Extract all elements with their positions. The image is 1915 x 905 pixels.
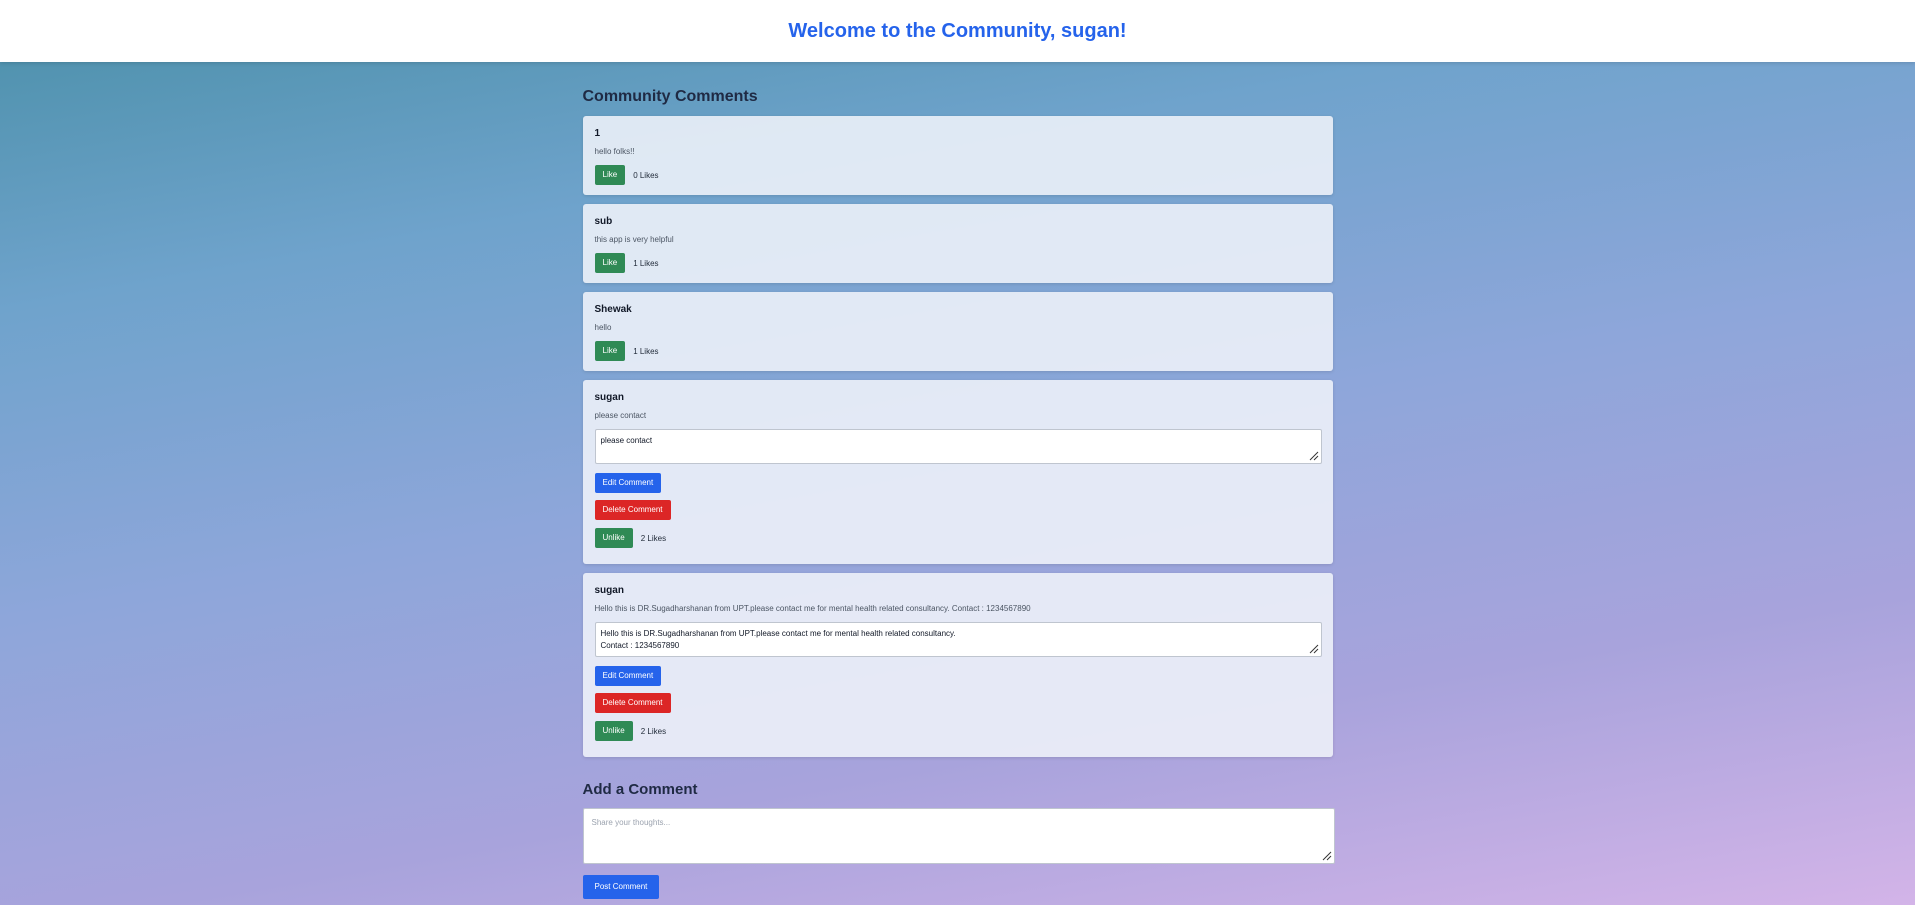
like-count: 0 Likes (633, 170, 659, 180)
like-row: Like 0 Likes (594, 165, 1321, 185)
comments-heading: Community Comments (582, 88, 758, 105)
unlike-button[interactable]: Unlike (594, 528, 633, 548)
like-button[interactable]: Like (594, 165, 626, 185)
comment-card-own: sugan please contact please contact Edit… (582, 380, 1333, 564)
like-row: Like 1 Likes (594, 253, 1321, 273)
like-count: 1 Likes (633, 258, 659, 268)
unlike-button[interactable]: Unlike (594, 721, 633, 741)
comment-text: hello folks!! (594, 147, 635, 156)
comment-actions: Edit Comment Delete Comment Unlike 2 Lik… (594, 665, 1321, 741)
main-content: Community Comments 1 hello folks!! Like … (582, 62, 1335, 899)
comment-author: 1 (594, 128, 601, 139)
edit-comment-field[interactable]: please contact (595, 430, 1321, 463)
delete-comment-button[interactable]: Delete Comment (594, 693, 671, 713)
comment-text: please contact (594, 411, 647, 420)
like-row: Unlike 2 Likes (594, 528, 1321, 548)
top-header: Welcome to the Community, sugan! (0, 0, 1915, 62)
page-title: Welcome to the Community, sugan! (788, 19, 1127, 42)
edit-comment-field-wrapper: Hello this is DR.Sugadharshanan from UPT… (594, 622, 1322, 657)
like-count: 2 Likes (640, 533, 667, 543)
comment-text: Hello this is DR.Sugadharshanan from UPT… (594, 604, 1031, 613)
comment-text: this app is very helpful (594, 235, 674, 244)
comment-author: sugan (594, 585, 624, 596)
resize-handle-icon[interactable] (1309, 451, 1319, 461)
comment-author: Shewak (594, 304, 632, 315)
resize-handle-icon[interactable] (1322, 851, 1332, 861)
resize-handle-icon[interactable] (1309, 644, 1319, 654)
post-comment-button[interactable]: Post Comment (582, 875, 660, 899)
like-button[interactable]: Like (594, 341, 626, 361)
comment-card: sub this app is very helpful Like 1 Like… (582, 204, 1333, 283)
comment-card: Shewak hello Like 1 Likes (582, 292, 1333, 371)
edit-comment-button[interactable]: Edit Comment (594, 473, 662, 493)
add-comment-heading: Add a Comment (582, 781, 698, 798)
like-row: Unlike 2 Likes (594, 721, 1321, 741)
comment-card-own: sugan Hello this is DR.Sugadharshanan fr… (582, 573, 1333, 757)
comment-text: hello (594, 323, 612, 332)
edit-comment-field-wrapper: please contact (594, 429, 1322, 464)
comment-author: sub (594, 216, 613, 227)
edit-comment-field[interactable]: Hello this is DR.Sugadharshanan from UPT… (595, 623, 1321, 656)
comment-author: sugan (594, 392, 624, 403)
new-comment-field[interactable] (583, 809, 1334, 863)
delete-comment-button[interactable]: Delete Comment (594, 500, 671, 520)
like-count: 1 Likes (633, 346, 659, 356)
comment-actions: Edit Comment Delete Comment Unlike 2 Lik… (594, 472, 1321, 548)
edit-comment-button[interactable]: Edit Comment (594, 666, 662, 686)
new-comment-field-wrapper (582, 808, 1335, 864)
like-row: Like 1 Likes (594, 341, 1321, 361)
like-button[interactable]: Like (594, 253, 626, 273)
comment-card: 1 hello folks!! Like 0 Likes (582, 116, 1333, 195)
like-count: 2 Likes (640, 726, 667, 736)
